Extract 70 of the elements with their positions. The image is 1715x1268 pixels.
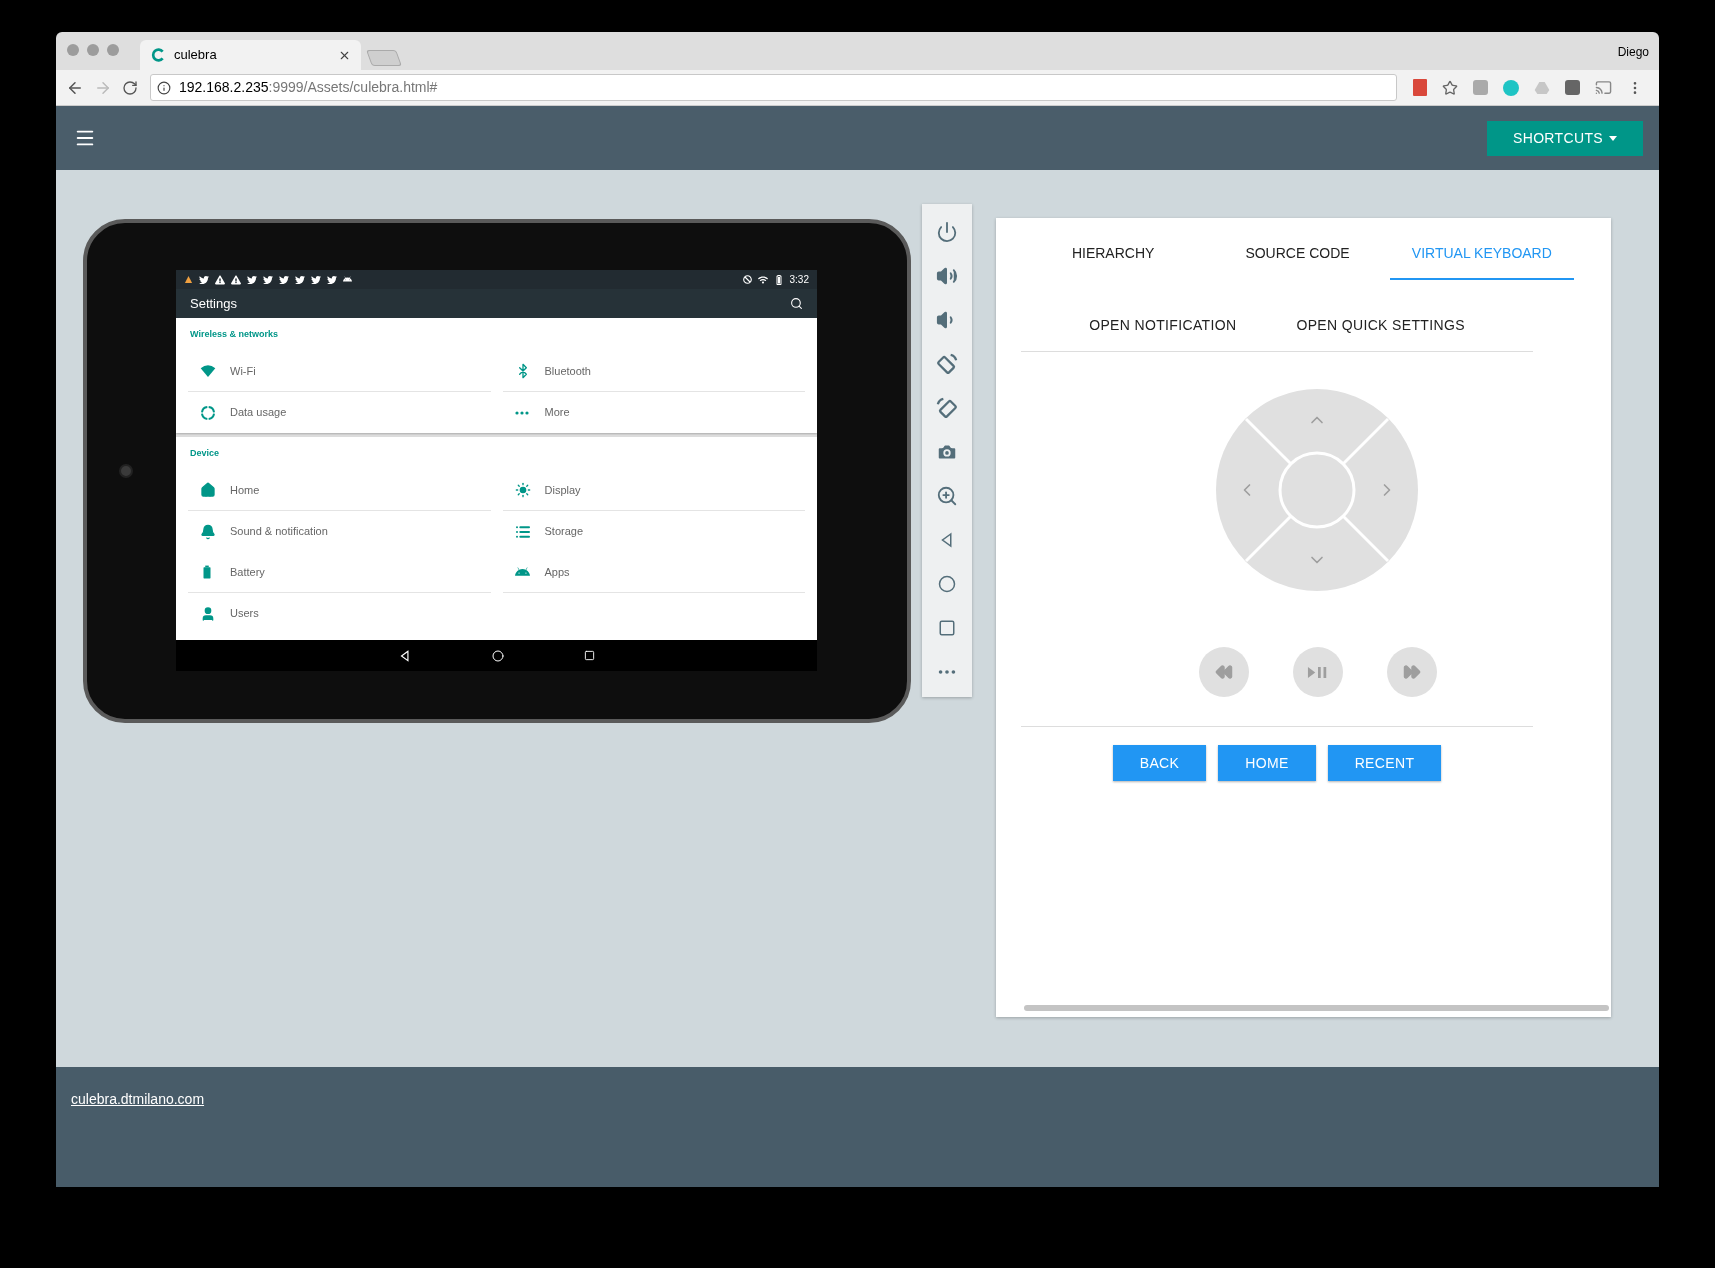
bird-icon [295, 274, 305, 285]
wifi-icon [757, 274, 768, 285]
warning-icon [215, 274, 225, 285]
search-icon[interactable] [790, 297, 803, 310]
settings-item[interactable]: Apps [502, 552, 805, 593]
action-button[interactable]: OPEN NOTIFICATION [1079, 309, 1247, 342]
person-icon [200, 605, 216, 622]
settings-item[interactable]: Data usage [188, 392, 491, 433]
panel-tab[interactable]: VIRTUAL KEYBOARD [1389, 218, 1574, 280]
settings-item[interactable]: Battery [188, 552, 491, 593]
tab-title: culebra [174, 46, 218, 65]
fast-forward-icon [1403, 663, 1421, 681]
settings-item[interactable]: Display [502, 470, 805, 511]
brightness-icon [514, 482, 531, 498]
address-field[interactable]: 192.168.2.235:9999/Assets/culebra.html# [150, 74, 1397, 101]
android-icon [343, 275, 352, 284]
rotate-left-icon[interactable] [936, 397, 958, 419]
rewind-icon [1215, 663, 1233, 681]
settings-item[interactable]: Users [188, 593, 491, 634]
wifi-icon [200, 363, 216, 379]
play-pause-button[interactable] [1293, 647, 1343, 697]
logo-icon [150, 47, 166, 63]
more-icon [514, 410, 529, 415]
star-icon[interactable] [1442, 79, 1458, 96]
bird-icon [263, 274, 273, 285]
bell-icon [200, 523, 216, 540]
fast-forward-button[interactable] [1387, 647, 1437, 697]
zoom-in-icon[interactable] [936, 485, 958, 507]
settings-item[interactable]: Sound & notification [188, 511, 491, 552]
settings-item[interactable]: Home [188, 470, 491, 511]
power-icon[interactable] [936, 221, 958, 243]
horizontal-scrollbar[interactable] [1024, 1005, 1609, 1011]
settings-item[interactable]: Bluetooth [502, 351, 805, 392]
url-text: 192.168.2.235:9999/Assets/culebra.html# [179, 78, 438, 97]
back-triangle-icon[interactable] [398, 648, 412, 663]
home-icon [200, 482, 216, 498]
bird-icon [279, 274, 289, 285]
app-notification-icon [184, 275, 193, 284]
browser-tab[interactable]: culebra [140, 40, 361, 70]
app-title: Settings [190, 294, 237, 313]
camera-lens [119, 464, 133, 478]
profile-name[interactable]: Diego [1617, 43, 1649, 61]
section-header: Device [190, 446, 220, 460]
settings-item[interactable]: More [502, 392, 805, 433]
bird-icon [311, 274, 321, 285]
warning-icon [231, 274, 241, 285]
storage-icon [514, 523, 531, 540]
settings-item[interactable]: Wi-Fi [188, 351, 491, 392]
rewind-button[interactable] [1199, 647, 1249, 697]
rotate-right-icon[interactable] [936, 353, 958, 375]
reload-icon[interactable] [122, 79, 138, 96]
circle-icon[interactable] [938, 575, 956, 593]
ring-icon [200, 404, 216, 421]
section-header: Wireless & networks [190, 327, 278, 341]
cast-icon[interactable] [1595, 79, 1612, 96]
shortcuts-button[interactable]: SHORTCUTS [1487, 120, 1643, 156]
play-pause-icon [1307, 665, 1329, 679]
info-icon[interactable] [157, 80, 171, 95]
status-time: 3:32 [789, 273, 809, 287]
volume-up-icon[interactable] [936, 265, 958, 287]
bird-icon [327, 274, 337, 285]
caret-icon [1609, 135, 1617, 141]
panel-tab[interactable]: SOURCE CODE [1205, 218, 1390, 280]
bird-icon [199, 274, 209, 285]
settings-item[interactable]: Storage [502, 511, 805, 552]
footer-link[interactable]: culebra.dtmilano.com [71, 1091, 205, 1107]
blocked-icon [742, 275, 752, 284]
action-button[interactable]: OPEN QUICK SETTINGS [1286, 309, 1475, 342]
panel-tab[interactable]: HIERARCHY [1021, 218, 1206, 280]
bird-icon [247, 274, 257, 285]
